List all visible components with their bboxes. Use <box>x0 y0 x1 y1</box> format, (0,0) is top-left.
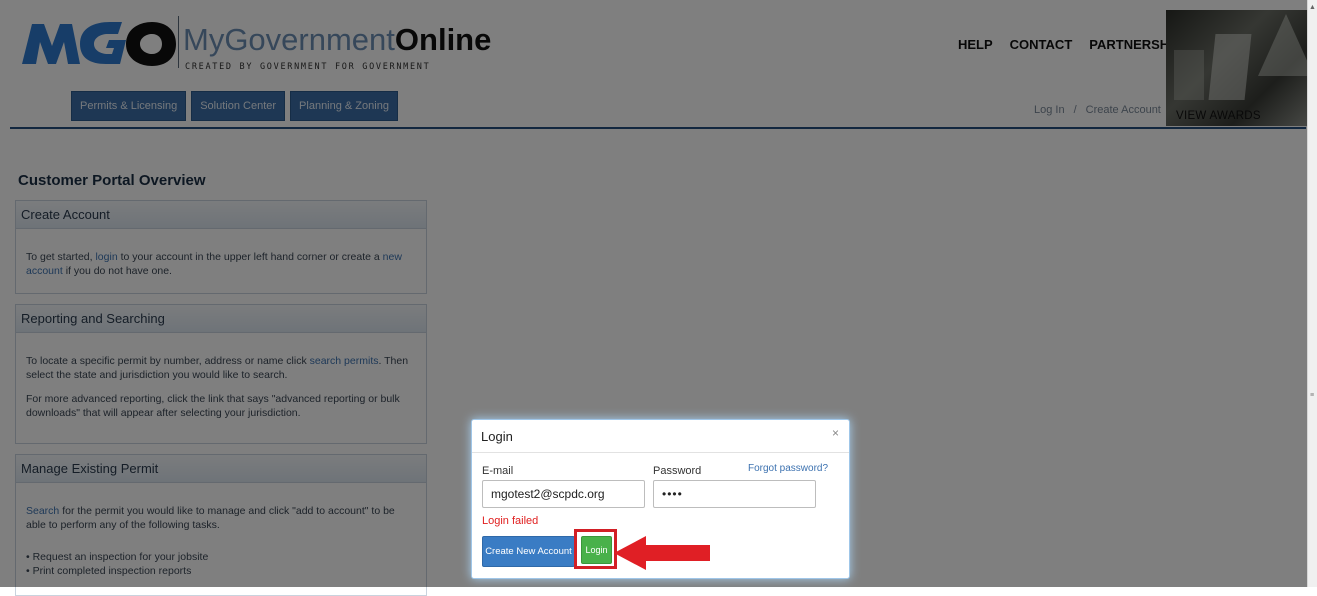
vertical-scrollbar[interactable]: ▲ ≡ <box>1307 0 1317 587</box>
create-new-account-button[interactable]: Create New Account <box>482 536 575 567</box>
login-error-message: Login failed <box>482 515 539 527</box>
login-button-highlight: Login <box>574 529 617 569</box>
forgot-password-link[interactable]: Forgot password? <box>748 463 828 474</box>
scroll-up-arrow-icon[interactable]: ▲ <box>1309 4 1316 11</box>
password-field[interactable] <box>653 480 816 508</box>
password-label: Password <box>653 465 702 477</box>
red-arrow-icon <box>614 536 710 570</box>
email-field[interactable] <box>482 480 645 508</box>
login-button[interactable]: Login <box>581 536 612 564</box>
modal-title: Login <box>481 429 513 444</box>
close-icon[interactable]: × <box>832 426 839 440</box>
scroll-grip-icon[interactable]: ≡ <box>1310 392 1314 399</box>
page: MyGovernmentOnline CREATED BY GOVERNMENT… <box>0 0 1308 596</box>
modal-header: Login × <box>472 420 849 453</box>
email-label: E-mail <box>482 465 514 477</box>
